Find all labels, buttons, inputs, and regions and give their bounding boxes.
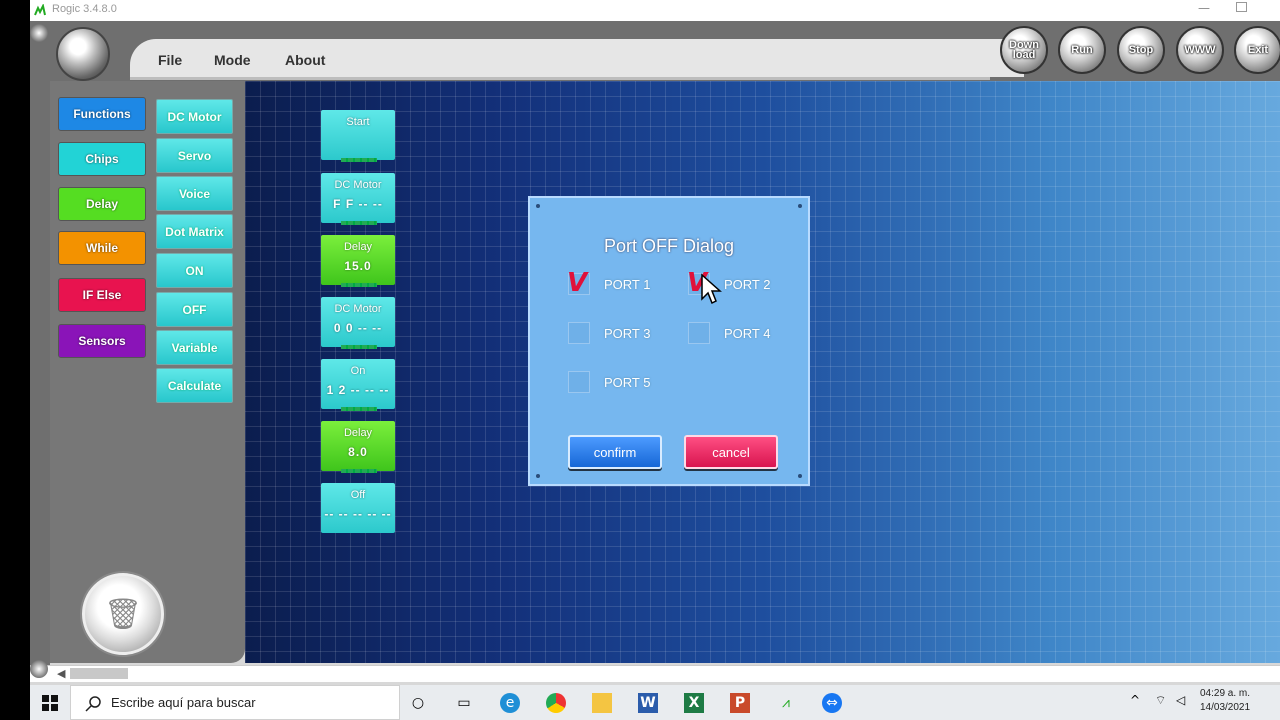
subitem-off[interactable]: OFF — [156, 292, 233, 327]
main-knob-icon[interactable] — [56, 27, 110, 81]
scroll-left-icon[interactable]: ◀ — [57, 667, 65, 680]
chrome-icon[interactable] — [546, 693, 566, 713]
download-button[interactable]: Down load — [1000, 26, 1048, 74]
program-block[interactable]: DC Motor 0 0 -- -- — [321, 297, 395, 349]
menu-file[interactable]: File — [158, 52, 182, 68]
port-4-checkbox[interactable] — [688, 322, 710, 344]
category-sensors[interactable]: Sensors — [58, 324, 146, 358]
subitem-calculate[interactable]: Calculate — [156, 368, 233, 403]
category-while[interactable]: While — [58, 231, 146, 265]
port-3-label: PORT 3 — [604, 326, 651, 341]
title-bar: Rogic 3.4.8.0 — — [30, 0, 1280, 21]
file-explorer-icon[interactable] — [592, 693, 612, 713]
search-placeholder: Escribe aquí para buscar — [111, 695, 256, 710]
port-1-checkbox[interactable]: V — [567, 268, 590, 298]
subitem-dot-matrix[interactable]: Dot Matrix — [156, 214, 233, 249]
cancel-button[interactable]: cancel — [684, 435, 778, 469]
network-icon[interactable]: ⌔ — [1155, 693, 1166, 708]
program-block[interactable]: Delay 8.0 — [321, 421, 395, 473]
excel-icon[interactable]: X — [684, 693, 704, 713]
minimize-button[interactable]: — — [1194, 1, 1214, 15]
menu-mode[interactable]: Mode — [214, 52, 251, 68]
taskbar-search[interactable]: Escribe aquí para buscar — [70, 685, 400, 720]
volume-icon[interactable]: ◁ — [1176, 693, 1185, 707]
program-block[interactable]: On 1 2 -- -- -- — [321, 359, 395, 411]
confirm-button[interactable]: confirm — [568, 435, 662, 469]
port-5-checkbox[interactable] — [568, 371, 590, 393]
exit-button[interactable]: Exit — [1234, 26, 1280, 74]
cortana-icon[interactable]: ○ — [408, 693, 428, 713]
taskbar: Escribe aquí para buscar ○ ▭ e W X P ⩘ ⇔… — [30, 685, 1280, 720]
www-button[interactable]: WWW — [1176, 26, 1224, 74]
windows-start-icon[interactable] — [42, 695, 58, 711]
scroll-thumb[interactable] — [70, 668, 128, 679]
program-block[interactable]: Start — [321, 110, 395, 162]
subitem-servo[interactable]: Servo — [156, 138, 233, 173]
chevron-up-icon[interactable]: ^ — [1130, 693, 1140, 707]
clock-time: 04:29 a. m. — [1200, 688, 1251, 699]
menu-about[interactable]: About — [285, 52, 325, 68]
run-button[interactable]: Run — [1058, 26, 1106, 74]
stop-button[interactable]: Stop — [1117, 26, 1165, 74]
subitem-variable[interactable]: Variable — [156, 330, 233, 365]
dialog-title: Port OFF Dialog — [603, 236, 735, 256]
search-icon — [85, 696, 101, 712]
word-icon[interactable]: W — [638, 693, 658, 713]
program-block[interactable]: Off -- -- -- -- -- — [321, 483, 395, 533]
category-functions[interactable]: Functions — [58, 97, 146, 131]
horizontal-scrollbar[interactable]: ◀ — [30, 665, 1280, 682]
edge-icon[interactable]: e — [500, 693, 520, 713]
task-view-icon[interactable]: ▭ — [454, 693, 474, 713]
subitem-on[interactable]: ON — [156, 253, 233, 288]
check-mark-icon: V — [567, 268, 588, 298]
powerpoint-icon[interactable]: P — [730, 693, 750, 713]
restore-button[interactable] — [1236, 2, 1247, 12]
subitem-voice[interactable]: Voice — [156, 176, 233, 211]
palette-panel: Functions Chips Delay While IF Else Sens… — [50, 81, 245, 663]
subitem-dc-motor[interactable]: DC Motor — [156, 99, 233, 134]
window-title: Rogic 3.4.8.0 — [52, 3, 117, 15]
corner-knob-icon — [30, 24, 48, 42]
toolbar: File Mode About Down load Run Stop WWW E… — [30, 21, 1280, 81]
program-block[interactable]: DC Motor F F -- -- — [321, 173, 395, 225]
menu-bar — [130, 39, 1024, 80]
mouse-cursor-icon — [701, 273, 722, 305]
category-chips[interactable]: Chips — [58, 142, 146, 176]
clock-date: 14/03/2021 — [1200, 702, 1251, 713]
trash-icon[interactable]: 🗑 — [82, 573, 164, 655]
clock[interactable]: 04:29 a. m. 14/03/2021 — [1200, 687, 1250, 715]
port-5-label: PORT 5 — [604, 375, 651, 390]
port-3-checkbox[interactable] — [568, 322, 590, 344]
category-if-else[interactable]: IF Else — [58, 278, 146, 312]
port-1-label: PORT 1 — [604, 277, 651, 292]
rogic-app-icon[interactable]: ⩘ — [776, 693, 796, 713]
category-delay[interactable]: Delay — [58, 187, 146, 221]
teamviewer-icon[interactable]: ⇔ — [822, 693, 842, 713]
port-4-label: PORT 4 — [724, 326, 771, 341]
program-block[interactable]: Delay 15.0 — [321, 235, 395, 287]
corner-knob-icon — [30, 660, 48, 678]
port-2-label: PORT 2 — [724, 277, 771, 292]
app-logo-icon — [34, 4, 46, 16]
port-off-dialog: Port OFF Dialog V PORT 1 V PORT 2 PORT 3… — [528, 196, 810, 486]
